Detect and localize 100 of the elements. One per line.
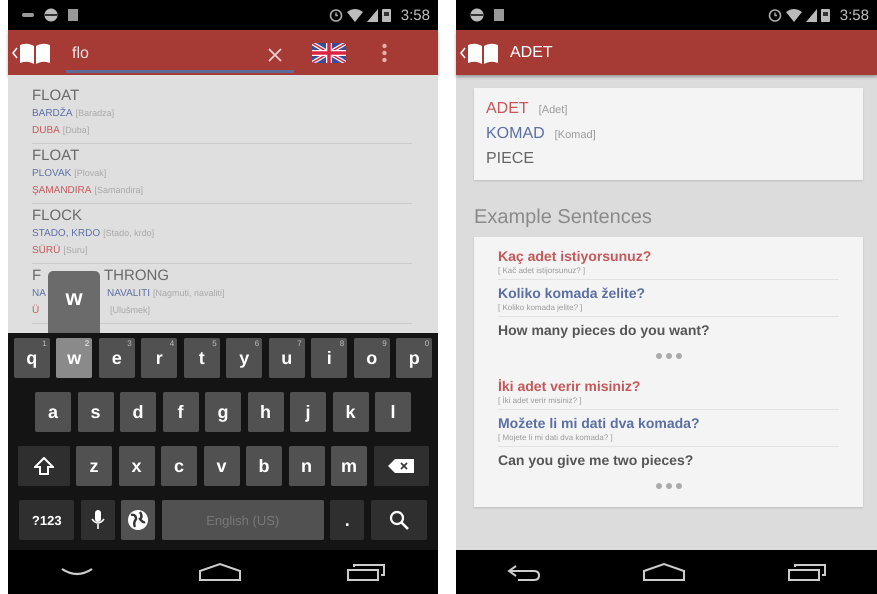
alarm-icon [328,8,343,22]
translation-word: SÜRÜ [32,244,60,258]
keyboard-key[interactable]: n [288,446,324,486]
wifi-icon [786,8,802,22]
keyboard-key[interactable]: m [331,446,367,486]
recent-apps-icon[interactable] [786,563,827,581]
keyboard-key[interactable]: u 7 [268,338,305,378]
key-hint: 1 [42,339,47,348]
key-hint: 7 [297,339,302,348]
translation-word: DUBA [32,124,60,138]
signal-icon [806,8,817,22]
keyboard-key[interactable]: h [248,392,284,432]
section-heading: Example Sentences [474,206,653,229]
overflow-menu-icon[interactable] [382,42,387,62]
transliteration: [ Koliko komada jelite? ] [498,302,839,317]
headword: FLOAT [32,87,80,105]
keyboard-key[interactable]: . [330,500,364,540]
keyboard-key[interactable]: z [76,446,112,486]
keyboard-key[interactable]: x [118,446,154,486]
keyboard-key[interactable]: k [332,392,368,432]
example-sentence: Kaç adet istiyorsunuz? [498,247,652,265]
key-preview: w [48,271,100,333]
clock-time: 3:58 [400,6,430,24]
entry-word: PIECE [486,149,534,169]
keyboard-key[interactable]: v [204,446,240,486]
keyboard-key[interactable]: f [162,392,198,432]
image-icon [68,9,78,21]
translation-word: NAVALITI [107,287,150,301]
flag-icon[interactable] [312,42,346,62]
translation-word: PLOVAK [32,167,72,181]
headword: THRONG [104,267,169,285]
keyboard-key[interactable]: e 3 [98,338,135,378]
app-book-icon[interactable] [460,40,500,64]
microphone-icon [90,510,105,530]
back-icon[interactable] [506,563,542,581]
translation-word: BARDŽA [32,106,73,121]
translation-word: NA [32,288,46,299]
keyboard-key[interactable]: ?123 [19,500,74,540]
key-hint: 9 [382,339,387,348]
alarm-icon [768,8,782,22]
transliteration: [ Mojete li mi dati dva komada? ] [498,432,839,447]
keyboard-key[interactable]: y 6 [226,338,262,378]
keyboard-key[interactable]: p 0 [396,338,432,378]
keyboard-key[interactable]: d [120,392,156,432]
wifi-icon [346,8,363,22]
keyboard-key[interactable]: l [375,392,411,432]
key-hint: 2 [84,339,90,348]
key-hint: 3 [127,339,132,348]
translation-word: STADO, KRDO [32,227,100,241]
chevron-down-icon[interactable] [60,566,94,578]
backspace-icon [388,459,414,473]
headword: FLOCK [32,207,82,225]
example-sentence: İki adet verir misiniz? [498,377,642,395]
keyboard-key[interactable]: s [78,392,114,432]
clear-icon[interactable] [268,48,282,62]
battery-icon [820,8,830,22]
keyboard-key[interactable] [121,500,156,540]
translation-word: ŞAMANDIRA [32,184,92,198]
keyboard-key[interactable]: a [35,392,71,432]
key-hint: 4 [170,339,174,348]
home-icon[interactable] [198,562,242,582]
keyboard-key[interactable] [80,500,115,540]
example-sentence: Koliko komada želite? [498,284,646,302]
keyboard-key[interactable]: r 4 [141,338,178,378]
keyboard-key[interactable]: t 5 [184,338,220,378]
search-input[interactable]: flo [66,40,246,67]
keyboard-key[interactable]: b [246,446,282,486]
keyboard-key[interactable]: q 1 [14,338,50,378]
headword: FLOAT [32,147,80,165]
shift-icon [34,457,54,475]
home-icon[interactable] [642,562,686,582]
keyboard-key[interactable] [374,446,428,486]
keyboard-key[interactable]: i 8 [311,338,348,378]
keyboard-key[interactable]: o 9 [354,338,390,378]
transliteration: [Adet] [538,103,568,118]
keyboard-key[interactable] [370,500,427,540]
keyboard-key[interactable] [18,446,70,486]
clock-time: 3:58 [840,6,869,24]
entry-word: ADET [486,99,529,119]
signal-icon [366,8,378,22]
image-icon [494,9,504,21]
keyboard-key[interactable]: g [205,392,241,432]
app-book-icon[interactable] [12,40,52,64]
example-sentence: Can you give me two pieces? [498,451,694,470]
transliteration: [Komad] [554,128,596,143]
key-hint: 0 [424,339,430,348]
headword: F [32,267,42,284]
search-icon [388,510,409,530]
translation-word: Ü [32,305,40,316]
recent-apps-icon[interactable] [346,563,386,581]
page-title: ADET [510,44,553,62]
entry-word: KOMAD [486,124,545,144]
voicemail-icon [22,12,34,18]
transliteration: [ İki adet verir misiniz? ] [498,395,839,410]
battery-icon [382,8,391,22]
key-hint: 6 [254,339,260,348]
transliteration: [ Kač adet istijorsunuz? ] [498,265,839,280]
keyboard-key[interactable]: c [161,446,197,486]
keyboard-key[interactable]: j [290,392,326,432]
example-sentence: Možete li mi dati dva komada? [498,414,700,432]
